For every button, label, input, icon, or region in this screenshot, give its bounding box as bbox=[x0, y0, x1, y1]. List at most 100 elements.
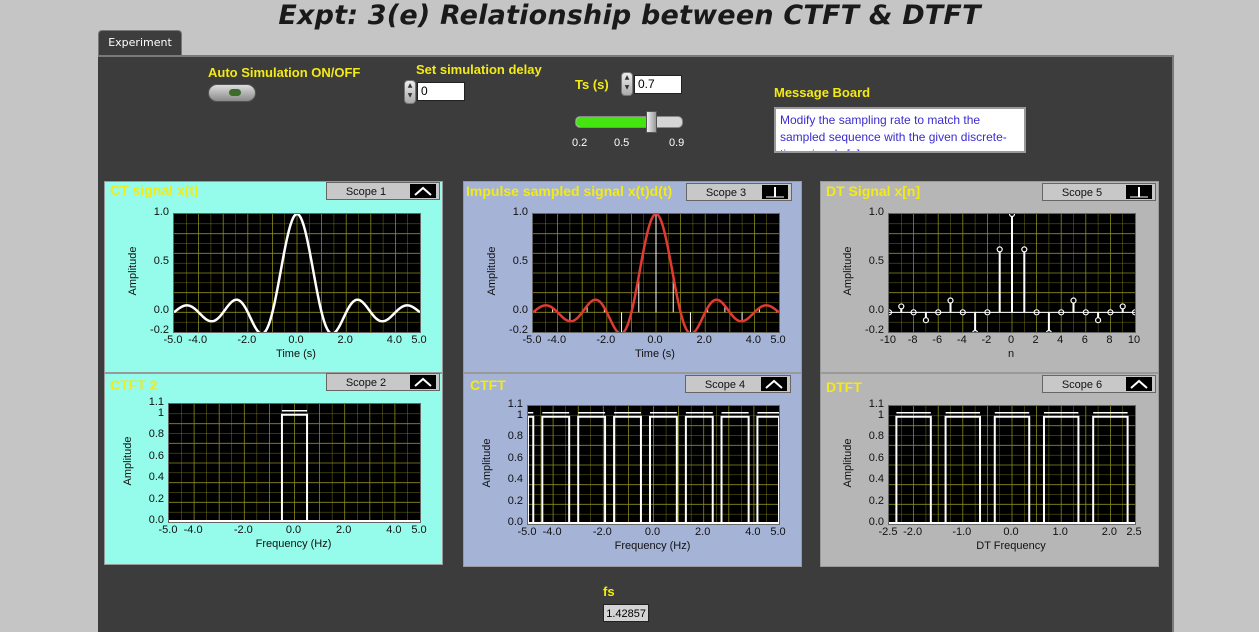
y-tick-label: 0.6 bbox=[868, 451, 884, 464]
x-tick-label: 2.0 bbox=[336, 524, 352, 536]
scope-label: Scope 6 bbox=[1061, 379, 1103, 391]
x-tick-label: 0.0 bbox=[644, 526, 661, 538]
y-tick-label: 0.4 bbox=[507, 473, 523, 486]
x-tick-label: 10 bbox=[1127, 334, 1141, 346]
x-tick-label: 2.5 bbox=[1126, 526, 1142, 538]
y-tick-label: 0.0 bbox=[512, 304, 528, 317]
scope-label: Scope 5 bbox=[1061, 187, 1103, 199]
scope-label: Scope 4 bbox=[704, 379, 746, 391]
x-tick-label: 2 bbox=[1032, 334, 1039, 346]
y-tick-label: 1.0 bbox=[512, 206, 528, 218]
graph-title: CT signal x(t) bbox=[110, 182, 199, 198]
stem-point bbox=[1045, 329, 1052, 332]
tab-experiment[interactable]: Experiment bbox=[98, 30, 182, 57]
ts-spinner[interactable]: ▲ ▼ bbox=[621, 72, 633, 96]
x-axis-label: Time (s) bbox=[276, 348, 316, 360]
scope-selector[interactable]: Scope 4 bbox=[685, 375, 791, 393]
x-tick-label: 0.0 bbox=[288, 334, 304, 346]
scope-label: Scope 1 bbox=[345, 186, 387, 198]
delay-spinner[interactable]: ▲ ▼ bbox=[404, 80, 416, 104]
plot-svg bbox=[889, 406, 1135, 524]
message-board-label: Message Board bbox=[774, 85, 871, 100]
x-axis-label: n bbox=[1007, 348, 1015, 360]
expand-icon[interactable] bbox=[761, 377, 787, 391]
x-tick-label: 1.0 bbox=[1052, 526, 1068, 538]
y-tick-label: 1.0 bbox=[153, 206, 169, 218]
y-tick-label: 0.0 bbox=[868, 304, 884, 317]
ts-label: Ts (s) bbox=[575, 77, 609, 92]
auto-sim-label: Auto Simulation ON/OFF bbox=[208, 65, 361, 80]
x-tick-label: -8 bbox=[907, 334, 918, 346]
expand-icon[interactable] bbox=[410, 184, 436, 198]
stem-point bbox=[1008, 214, 1016, 218]
fs-label: fs bbox=[603, 584, 615, 599]
cursor-icon[interactable] bbox=[762, 185, 788, 199]
stem-point bbox=[947, 297, 954, 304]
plot-area[interactable] bbox=[888, 213, 1136, 333]
y-axis-label: Amplitude bbox=[842, 438, 854, 488]
plot-area[interactable] bbox=[173, 213, 421, 333]
scope-selector[interactable]: Scope 1 bbox=[326, 182, 440, 200]
scope-selector[interactable]: Scope 3 bbox=[686, 183, 792, 201]
y-axis-label: Amplitude bbox=[486, 246, 498, 296]
x-tick-label: -1.0 bbox=[952, 526, 972, 538]
slider-tick-low: 0.2 bbox=[572, 137, 588, 149]
y-tick-label: -0.2 bbox=[865, 324, 884, 336]
scope-label: Scope 3 bbox=[705, 187, 747, 199]
plot-svg bbox=[174, 214, 420, 332]
expand-icon[interactable] bbox=[410, 375, 436, 389]
y-tick-label: 0.0 bbox=[868, 516, 884, 528]
expand-icon[interactable] bbox=[1126, 377, 1152, 391]
plot-area[interactable] bbox=[888, 405, 1136, 525]
spectrum-rect bbox=[577, 415, 607, 524]
spectrum-rect bbox=[756, 415, 779, 524]
x-tick-label: -2 bbox=[981, 334, 992, 346]
plot-area[interactable] bbox=[168, 403, 421, 523]
pointer-icon[interactable] bbox=[1126, 185, 1152, 199]
x-tick-label: -4 bbox=[956, 334, 967, 346]
x-tick-label: 8 bbox=[1106, 334, 1113, 346]
plot-area[interactable] bbox=[527, 405, 780, 525]
scope-selector[interactable]: Scope 5 bbox=[1042, 183, 1156, 201]
y-axis-label: Amplitude bbox=[481, 438, 493, 488]
ts-input[interactable]: 0.7 bbox=[634, 75, 682, 94]
x-tick-label: 6 bbox=[1081, 334, 1088, 346]
delay-input[interactable]: 0 bbox=[417, 82, 465, 101]
stem-point bbox=[1070, 297, 1077, 304]
y-axis-label: Amplitude bbox=[127, 246, 139, 296]
x-tick-label: 4.0 bbox=[745, 526, 761, 538]
y-tick-label: 0.5 bbox=[153, 255, 169, 268]
scope-selector[interactable]: Scope 6 bbox=[1042, 375, 1156, 393]
x-tick-label: 2.0 bbox=[695, 526, 711, 538]
y-tick-label: 0.5 bbox=[512, 255, 528, 268]
plot-svg bbox=[889, 214, 1135, 332]
slider-tick-mid: 0.5 bbox=[614, 137, 630, 149]
slider-thumb[interactable] bbox=[645, 111, 657, 133]
plot-svg bbox=[533, 214, 779, 332]
x-axis-label: Frequency (Hz) bbox=[614, 540, 691, 552]
stem-point bbox=[898, 303, 905, 310]
x-tick-label: 0.0 bbox=[285, 524, 302, 536]
scope-selector[interactable]: Scope 2 bbox=[326, 373, 440, 391]
spectrum-rect bbox=[684, 415, 714, 524]
plot-area[interactable] bbox=[532, 213, 780, 333]
auto-sim-toggle[interactable] bbox=[208, 84, 256, 102]
graph-title: DT Signal x[n] bbox=[826, 183, 921, 199]
x-tick-label: 2.0 bbox=[1101, 526, 1118, 538]
x-tick-label: 5.0 bbox=[770, 334, 786, 346]
plot-svg bbox=[528, 406, 779, 524]
y-tick-label: 0.0 bbox=[507, 516, 523, 528]
x-tick-label: 0.0 bbox=[647, 334, 663, 346]
y-tick-label: 0.4 bbox=[868, 473, 884, 486]
x-tick-label: 4.0 bbox=[386, 524, 402, 536]
x-tick-label: -2.0 bbox=[592, 526, 612, 538]
y-tick-label: 0.6 bbox=[507, 451, 523, 464]
ts-slider[interactable] bbox=[575, 111, 683, 133]
y-tick-label: 0.4 bbox=[148, 471, 164, 484]
y-tick-label: 1 bbox=[157, 406, 164, 419]
x-tick-label: -6 bbox=[932, 334, 943, 346]
toggle-led-icon bbox=[229, 89, 241, 96]
x-axis-label: DT Frequency bbox=[976, 540, 1046, 552]
y-tick-label: 0.2 bbox=[148, 492, 164, 505]
graph-title: Impulse sampled signal x(t)d(t) bbox=[466, 183, 673, 199]
